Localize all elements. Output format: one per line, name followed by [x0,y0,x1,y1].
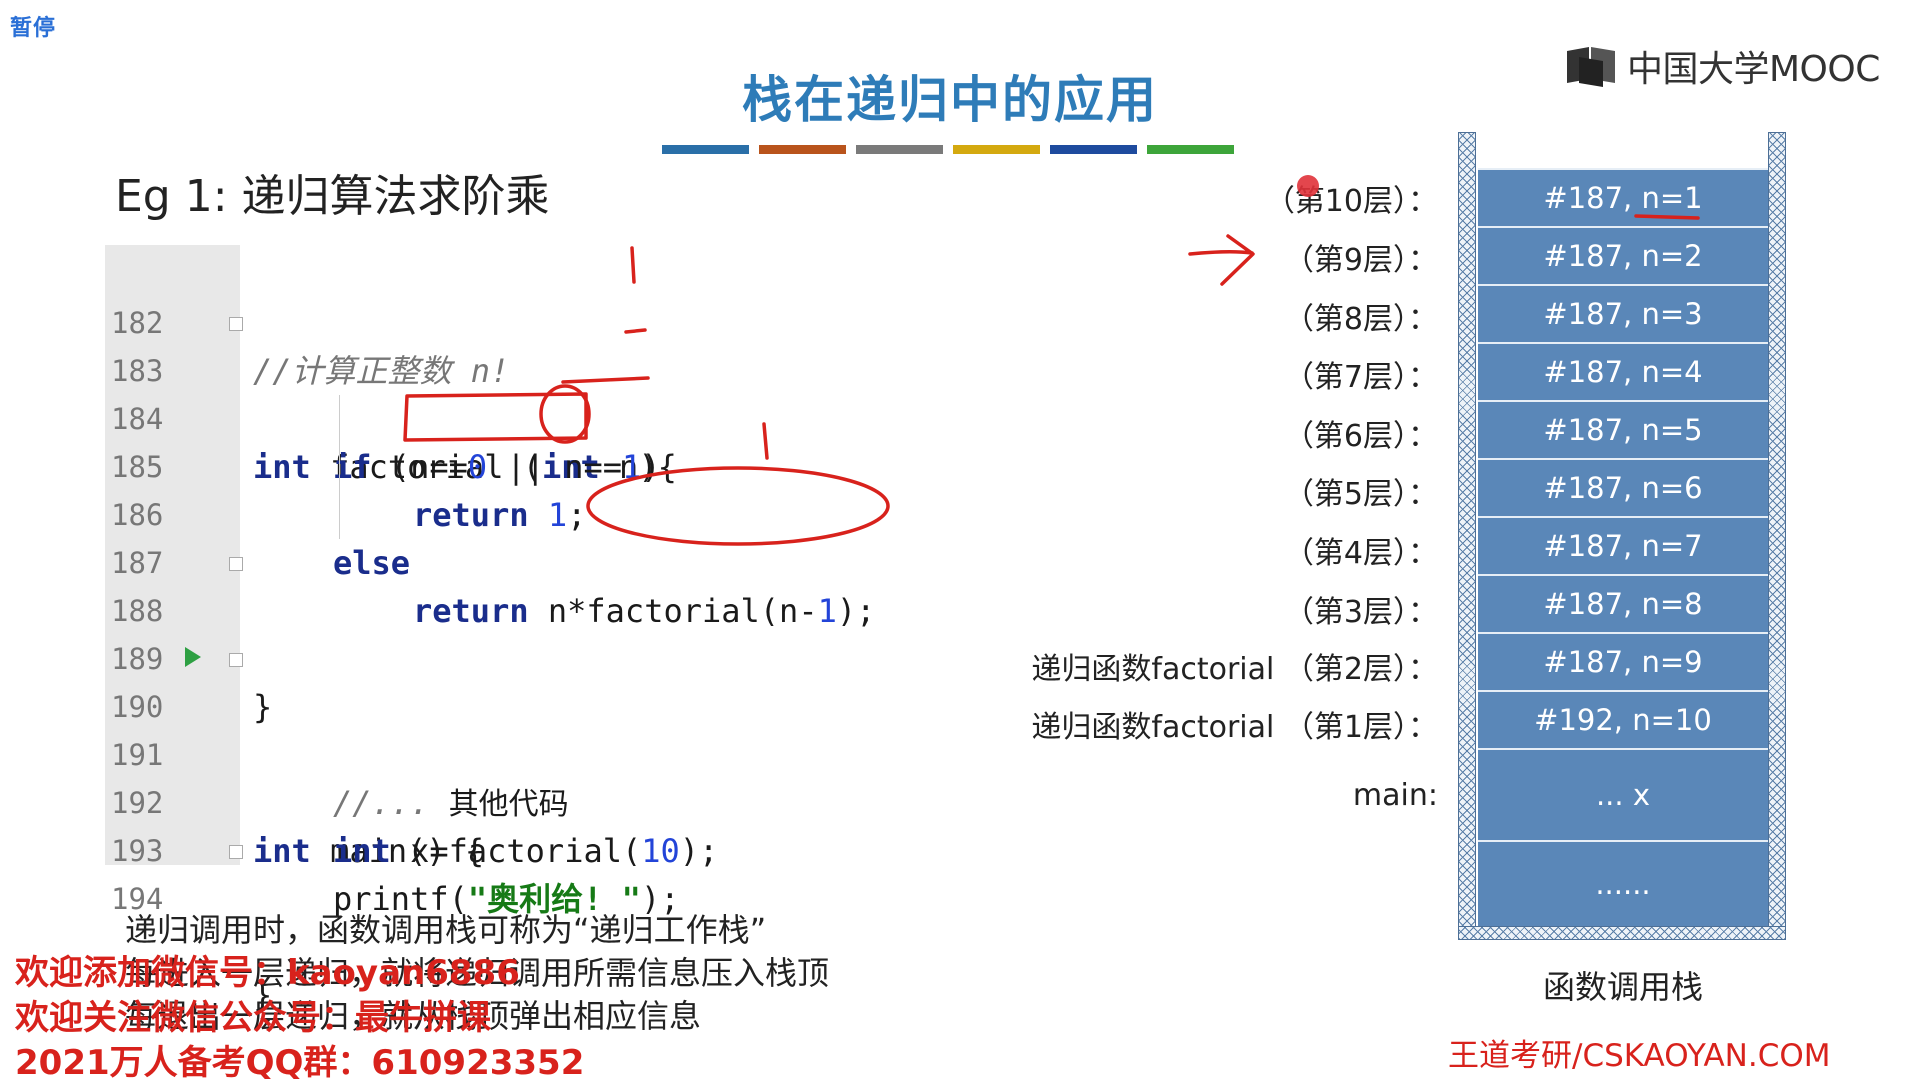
stack-bottom-wall [1458,926,1786,940]
brand-footer: 王道考研/CSKAOYAN.COM [1448,1038,1831,1074]
stack-frame: #187, n=1 [1478,168,1768,226]
stack-level-label: （第6层）： [1283,419,1438,454]
stack-frame: #187, n=3 [1478,284,1768,342]
code-line: 189 [105,587,905,676]
fold-marker-icon[interactable] [229,557,243,571]
stack-frame: ...... [1478,840,1768,926]
code-line: 194 } [105,827,905,1014]
code-line: 190 int main() { [105,635,905,870]
stack-level-label: （第5层）： [1283,477,1438,512]
stack-level-label: （第10层）： [1264,184,1438,219]
title-color-bar [662,145,1234,154]
fold-marker-icon[interactable] [229,845,243,859]
stack-level-label: （第7层）： [1283,360,1438,395]
code-line: 184 if (n==0 || n==1) [105,347,905,486]
stack-frame: #187, n=9 [1478,632,1768,690]
stack-frame: ... x [1478,748,1768,840]
code-line: 187 return n*factorial(n-1); [105,491,905,630]
promo-overlay-line: 欢迎添加微信号：kaoyan6886 [15,953,520,993]
fold-marker-icon[interactable] [229,653,243,667]
stack-right-wall [1768,132,1786,940]
stack-level-label: 递归函数factorial （第1层）： [1031,710,1438,745]
code-line: 188 } [105,539,905,726]
stack-level-label: （第8层）： [1283,302,1438,337]
accent-color-segment [953,145,1040,154]
stack-level-label: 递归函数factorial （第2层）： [1031,652,1438,687]
promo-overlay-line: 欢迎关注微信公众号：最牛拼课 [15,998,491,1038]
code-line: 185 return 1; [105,395,905,534]
stack-frame: #187, n=5 [1478,400,1768,458]
ink-arrow [1188,234,1255,286]
stack-frame: #187, n=7 [1478,516,1768,574]
stack-level-label: （第4层）： [1283,536,1438,571]
code-line: 182 //计算正整数 n! [105,251,905,390]
fold-marker-icon[interactable] [229,317,243,331]
stack-frame: #187, n=4 [1478,342,1768,400]
accent-color-segment [662,145,749,154]
code-line: 191 //... 其他代码 [105,683,905,822]
accent-color-segment [1050,145,1137,154]
stack-level-label: （第3层）： [1283,595,1438,630]
stack-caption: 函数调用栈 [1542,968,1703,1006]
indent-guide [339,491,340,539]
stack-frame: #192, n=10 [1478,690,1768,748]
stack-frame: #187, n=2 [1478,226,1768,284]
stack-level-label: （第9层）： [1283,243,1438,278]
stack-level-label: main: [1352,778,1438,813]
indent-guide [339,395,340,491]
promo-overlay-line: 2021万人备考QQ群：610923352 [15,1043,585,1080]
example-title: Eg 1: 递归算法求阶乘 [115,171,550,222]
accent-color-segment [1147,145,1234,154]
code-editor: 182 //计算正整数 n! 183 int factorial (int n)… [105,245,905,1014]
run-arrow-icon[interactable] [185,647,201,667]
stack-frame: #187, n=8 [1478,574,1768,632]
slide-title: 栈在递归中的应用 [742,71,1158,129]
accent-color-segment [856,145,943,154]
stack-left-wall [1458,132,1476,940]
code-line: 183 int factorial (int n){ [105,299,905,486]
code-line: 193 printf("奥利给! "); [105,779,905,918]
code-line: 192 int x=factorial(10); [105,731,905,870]
pause-status-label[interactable]: 暂停 [10,10,56,42]
accent-color-segment [759,145,846,154]
code-line: 186 else [105,443,905,582]
stack-frame: #187, n=6 [1478,458,1768,516]
